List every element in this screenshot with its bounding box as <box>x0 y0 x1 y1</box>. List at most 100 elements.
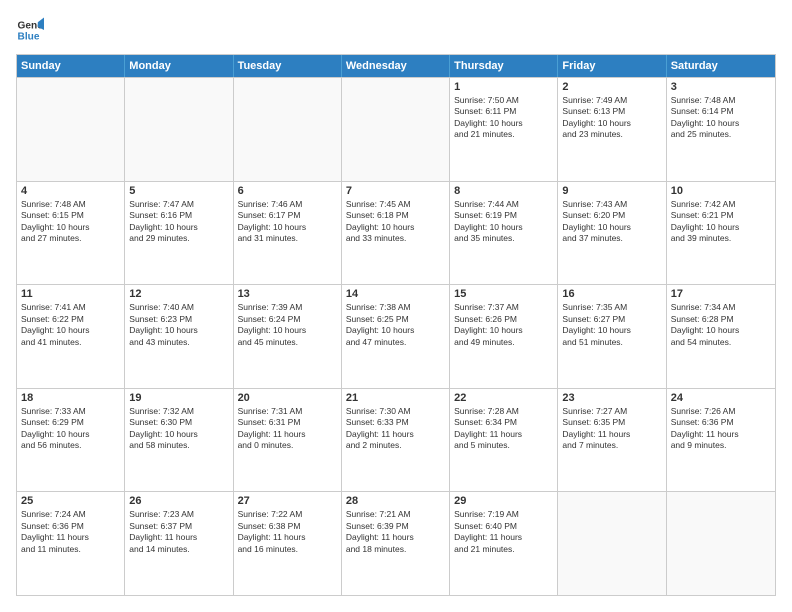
day-info: Sunrise: 7:42 AM Sunset: 6:21 PM Dayligh… <box>671 199 771 245</box>
calendar-cell: 21 Sunrise: 7:30 AM Sunset: 6:33 PM Dayli… <box>342 389 450 492</box>
day-number: 14 <box>346 288 445 300</box>
day-info: Sunrise: 7:47 AM Sunset: 6:16 PM Dayligh… <box>129 199 228 245</box>
header: General Blue <box>16 16 776 44</box>
calendar-cell <box>667 492 775 595</box>
calendar-cell: 29Sunrise: 7:19 AM Sunset: 6:40 PM Dayli… <box>450 492 558 595</box>
day-number: 1 <box>454 81 553 93</box>
day-number: 22 <box>454 392 553 404</box>
calendar-cell: 19 Sunrise: 7:32 AM Sunset: 6:30 PM Dayli… <box>125 389 233 492</box>
day-info: Sunrise: 7:34 AM Sunset: 6:28 PM Dayligh… <box>671 302 771 348</box>
day-number: 18 <box>21 392 120 404</box>
day-number: 7 <box>346 185 445 197</box>
day-number: 24 <box>671 392 771 404</box>
day-number: 15 <box>454 288 553 300</box>
day-info: Sunrise: 7:21 AM Sunset: 6:39 PM Dayligh… <box>346 509 445 555</box>
calendar-cell: 26Sunrise: 7:23 AM Sunset: 6:37 PM Dayli… <box>125 492 233 595</box>
day-info: Sunrise: 7:50 AM Sunset: 6:11 PM Dayligh… <box>454 95 553 141</box>
day-info: Sunrise: 7:44 AM Sunset: 6:19 PM Dayligh… <box>454 199 553 245</box>
calendar-row: 11 Sunrise: 7:41 AM Sunset: 6:22 PM Dayli… <box>17 284 775 388</box>
calendar-cell: 27 Sunrise: 7:22 AM Sunset: 6:38 PM Dayli… <box>234 492 342 595</box>
day-number: 10 <box>671 185 771 197</box>
calendar-cell: 8 Sunrise: 7:44 AM Sunset: 6:19 PM Daylig… <box>450 182 558 285</box>
day-number: 19 <box>129 392 228 404</box>
calendar-cell <box>342 78 450 181</box>
day-info: Sunrise: 7:31 AM Sunset: 6:31 PM Dayligh… <box>238 406 337 452</box>
day-number: 11 <box>21 288 120 300</box>
calendar-cell: 20 Sunrise: 7:31 AM Sunset: 6:31 PM Dayli… <box>234 389 342 492</box>
calendar-cell: 13 Sunrise: 7:39 AM Sunset: 6:24 PM Dayli… <box>234 285 342 388</box>
day-number: 9 <box>562 185 661 197</box>
day-info: Sunrise: 7:30 AM Sunset: 6:33 PM Dayligh… <box>346 406 445 452</box>
day-info: Sunrise: 7:23 AM Sunset: 6:37 PM Dayligh… <box>129 509 228 555</box>
day-info: Sunrise: 7:48 AM Sunset: 6:15 PM Dayligh… <box>21 199 120 245</box>
calendar-cell: 17 Sunrise: 7:34 AM Sunset: 6:28 PM Dayli… <box>667 285 775 388</box>
page: General Blue SundayMondayTuesdayWednesda… <box>0 0 792 612</box>
day-info: Sunrise: 7:37 AM Sunset: 6:26 PM Dayligh… <box>454 302 553 348</box>
calendar-row: 1 Sunrise: 7:50 AM Sunset: 6:11 PM Daylig… <box>17 77 775 181</box>
day-number: 27 <box>238 495 337 507</box>
day-info: Sunrise: 7:45 AM Sunset: 6:18 PM Dayligh… <box>346 199 445 245</box>
calendar-cell: 22 Sunrise: 7:28 AM Sunset: 6:34 PM Dayli… <box>450 389 558 492</box>
calendar-header: SundayMondayTuesdayWednesdayThursdayFrid… <box>17 55 775 77</box>
calendar-row: 25 Sunrise: 7:24 AM Sunset: 6:36 PM Dayli… <box>17 491 775 595</box>
logo-icon: General Blue <box>16 16 44 44</box>
calendar: SundayMondayTuesdayWednesdayThursdayFrid… <box>16 54 776 596</box>
calendar-cell: 23 Sunrise: 7:27 AM Sunset: 6:35 PM Dayli… <box>558 389 666 492</box>
day-number: 16 <box>562 288 661 300</box>
day-number: 13 <box>238 288 337 300</box>
svg-text:Blue: Blue <box>18 31 40 42</box>
calendar-cell: 12 Sunrise: 7:40 AM Sunset: 6:23 PM Dayli… <box>125 285 233 388</box>
day-info: Sunrise: 7:35 AM Sunset: 6:27 PM Dayligh… <box>562 302 661 348</box>
day-info: Sunrise: 7:28 AM Sunset: 6:34 PM Dayligh… <box>454 406 553 452</box>
calendar-day-header: Monday <box>125 55 233 77</box>
day-number: 28 <box>346 495 445 507</box>
calendar-cell: 14 Sunrise: 7:38 AM Sunset: 6:25 PM Dayli… <box>342 285 450 388</box>
day-info: Sunrise: 7:32 AM Sunset: 6:30 PM Dayligh… <box>129 406 228 452</box>
calendar-cell <box>125 78 233 181</box>
day-number: 6 <box>238 185 337 197</box>
calendar-cell: 4Sunrise: 7:48 AM Sunset: 6:15 PM Daylig… <box>17 182 125 285</box>
calendar-cell: 2 Sunrise: 7:49 AM Sunset: 6:13 PM Daylig… <box>558 78 666 181</box>
day-info: Sunrise: 7:39 AM Sunset: 6:24 PM Dayligh… <box>238 302 337 348</box>
calendar-day-header: Saturday <box>667 55 775 77</box>
calendar-cell: 1 Sunrise: 7:50 AM Sunset: 6:11 PM Daylig… <box>450 78 558 181</box>
day-info: Sunrise: 7:19 AM Sunset: 6:40 PM Dayligh… <box>454 509 553 555</box>
calendar-row: 18 Sunrise: 7:33 AM Sunset: 6:29 PM Dayli… <box>17 388 775 492</box>
calendar-cell <box>17 78 125 181</box>
calendar-day-header: Thursday <box>450 55 558 77</box>
calendar-cell: 9Sunrise: 7:43 AM Sunset: 6:20 PM Daylig… <box>558 182 666 285</box>
calendar-cell: 25 Sunrise: 7:24 AM Sunset: 6:36 PM Dayli… <box>17 492 125 595</box>
day-info: Sunrise: 7:38 AM Sunset: 6:25 PM Dayligh… <box>346 302 445 348</box>
calendar-day-header: Tuesday <box>234 55 342 77</box>
day-info: Sunrise: 7:24 AM Sunset: 6:36 PM Dayligh… <box>21 509 120 555</box>
day-number: 12 <box>129 288 228 300</box>
day-number: 8 <box>454 185 553 197</box>
day-number: 20 <box>238 392 337 404</box>
logo: General Blue <box>16 16 48 44</box>
day-info: Sunrise: 7:33 AM Sunset: 6:29 PM Dayligh… <box>21 406 120 452</box>
day-info: Sunrise: 7:46 AM Sunset: 6:17 PM Dayligh… <box>238 199 337 245</box>
day-info: Sunrise: 7:41 AM Sunset: 6:22 PM Dayligh… <box>21 302 120 348</box>
day-info: Sunrise: 7:49 AM Sunset: 6:13 PM Dayligh… <box>562 95 661 141</box>
day-info: Sunrise: 7:40 AM Sunset: 6:23 PM Dayligh… <box>129 302 228 348</box>
calendar-cell <box>558 492 666 595</box>
day-number: 17 <box>671 288 771 300</box>
day-number: 5 <box>129 185 228 197</box>
calendar-cell: 5 Sunrise: 7:47 AM Sunset: 6:16 PM Daylig… <box>125 182 233 285</box>
calendar-row: 4Sunrise: 7:48 AM Sunset: 6:15 PM Daylig… <box>17 181 775 285</box>
day-number: 25 <box>21 495 120 507</box>
calendar-cell: 28 Sunrise: 7:21 AM Sunset: 6:39 PM Dayli… <box>342 492 450 595</box>
day-number: 21 <box>346 392 445 404</box>
calendar-day-header: Sunday <box>17 55 125 77</box>
day-number: 3 <box>671 81 771 93</box>
calendar-cell: 16 Sunrise: 7:35 AM Sunset: 6:27 PM Dayli… <box>558 285 666 388</box>
day-info: Sunrise: 7:27 AM Sunset: 6:35 PM Dayligh… <box>562 406 661 452</box>
calendar-cell: 6 Sunrise: 7:46 AM Sunset: 6:17 PM Daylig… <box>234 182 342 285</box>
day-number: 2 <box>562 81 661 93</box>
calendar-cell: 10 Sunrise: 7:42 AM Sunset: 6:21 PM Dayli… <box>667 182 775 285</box>
calendar-cell: 15 Sunrise: 7:37 AM Sunset: 6:26 PM Dayli… <box>450 285 558 388</box>
calendar-cell: 7 Sunrise: 7:45 AM Sunset: 6:18 PM Daylig… <box>342 182 450 285</box>
day-info: Sunrise: 7:48 AM Sunset: 6:14 PM Dayligh… <box>671 95 771 141</box>
day-info: Sunrise: 7:22 AM Sunset: 6:38 PM Dayligh… <box>238 509 337 555</box>
day-number: 23 <box>562 392 661 404</box>
